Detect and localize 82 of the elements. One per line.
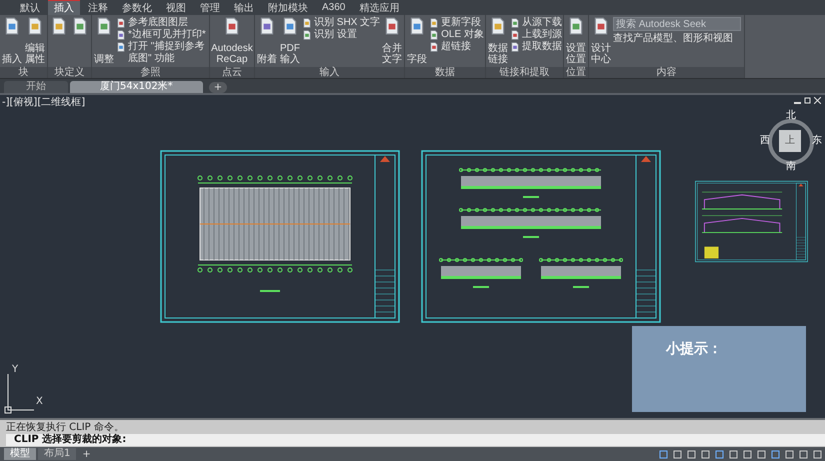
sheet-icon	[429, 30, 440, 40]
panel-title: 链接和提取	[486, 67, 563, 78]
restore-icon[interactable]	[804, 97, 811, 104]
panel-title: 输入	[255, 67, 404, 78]
close-icon[interactable]	[814, 97, 821, 104]
ribbon-button[interactable]: OLE 对象	[429, 29, 484, 41]
compass-direction[interactable]: 南	[786, 162, 796, 172]
axis-label: X	[36, 396, 43, 407]
compass-direction[interactable]: 北	[786, 111, 796, 121]
ribbon-button[interactable]: Autodesk ReCap	[211, 17, 253, 65]
sheet-icon	[223, 17, 241, 35]
ribbon-button[interactable]: 设置位置	[564, 17, 587, 65]
sheet-icon	[302, 30, 312, 40]
ribbon-tab[interactable]: 注释	[82, 0, 114, 14]
ribbon-button[interactable]: 参考底图图层	[116, 17, 208, 29]
sheet-icon	[95, 17, 113, 35]
ribbon-button[interactable]: 提取数据	[510, 41, 562, 53]
ribbon-button[interactable]: PDF 输入	[279, 17, 301, 65]
compass-direction[interactable]: 东	[812, 136, 822, 146]
document-tab[interactable]: 厦门54x102米*	[70, 81, 203, 93]
ucs-axes-icon	[4, 374, 34, 414]
sheet-icon	[510, 42, 520, 52]
ribbon-tab[interactable]: 默认	[14, 0, 46, 14]
ribbon-tab[interactable]: 管理	[194, 0, 226, 14]
panel-title: 块	[0, 67, 47, 78]
sheet-icon	[281, 17, 299, 35]
search-hint: 查找产品模型、图形和视图	[612, 33, 734, 44]
sheet-icon	[116, 18, 126, 28]
viewcube-face[interactable]: 上	[779, 130, 801, 152]
ribbon-button[interactable]: 识别 SHX 文字	[302, 17, 380, 29]
ribbon-button[interactable]: 数据链接	[486, 17, 509, 65]
new-tab-button[interactable]: +	[208, 82, 228, 93]
ribbon-button[interactable]: 设计中心	[590, 17, 612, 65]
panel-title: 点云	[210, 67, 254, 78]
ribbon-tab[interactable]: 输出	[228, 0, 260, 14]
sheet-icon	[429, 42, 440, 52]
sheet-icon	[3, 17, 21, 35]
panel-title: 数据	[405, 67, 485, 78]
sheet-icon	[26, 17, 44, 35]
panel-title: 参照	[92, 67, 209, 78]
sheet-icon	[116, 30, 126, 40]
ribbon-button[interactable]: 字段	[406, 17, 428, 65]
layout-tab[interactable]: 模型	[4, 448, 36, 460]
sheet-icon	[510, 18, 520, 28]
ribbon-button[interactable]: 插入	[1, 17, 23, 65]
ribbon-tab[interactable]: 精选应用	[353, 0, 406, 14]
command-input[interactable]: CLIP 选择要剪裁的对象:	[6, 434, 825, 446]
ribbon-tab[interactable]: 插入	[48, 0, 80, 15]
sheet-icon	[116, 42, 126, 52]
ribbon-button[interactable]: 更新字段	[429, 17, 484, 29]
sheet-icon	[50, 17, 68, 35]
tip-panel: 小提示：	[632, 326, 806, 412]
ribbon-tab[interactable]: 视图	[160, 0, 192, 14]
ribbon-button[interactable]: 合并文字	[381, 17, 404, 65]
ribbon-button[interactable]: 识别 设置	[302, 29, 380, 41]
sheet-icon	[510, 30, 520, 40]
search-field[interactable]: 搜索 Autodesk Seek	[612, 17, 741, 31]
ribbon-tab[interactable]: A360	[316, 2, 352, 13]
panel-title: 位置	[564, 67, 588, 78]
layout-tab[interactable]: 布局1	[38, 448, 76, 460]
compass-direction[interactable]: 西	[760, 136, 770, 146]
ribbon-tab[interactable]: 参数化	[116, 0, 158, 14]
ribbon-button[interactable]: 编辑属性	[24, 17, 46, 65]
command-history: 正在恢复执行 CLIP 命令。	[6, 422, 125, 434]
sheet-icon	[258, 17, 276, 35]
ribbon-button[interactable]: 上载到源	[510, 29, 562, 41]
document-tab[interactable]: 开始	[4, 81, 68, 93]
panel-title: 内容	[588, 67, 744, 78]
ribbon-button[interactable]: *边框可见并打印*	[116, 29, 208, 41]
ribbon-tab[interactable]: 附加模块	[262, 0, 314, 14]
ribbon-button[interactable]: 超链接	[429, 41, 484, 53]
ribbon-button[interactable]: 打开 "捕捉到参考底图" 功能	[116, 41, 208, 65]
axis-label: Y	[12, 364, 18, 375]
sheet-icon	[429, 18, 440, 28]
add-layout-button[interactable]: +	[78, 448, 95, 460]
sheet-icon	[302, 18, 312, 28]
viewport-label[interactable]: -][俯视][二维线框]	[2, 97, 86, 108]
sheet-icon	[71, 17, 89, 35]
ribbon-button[interactable]: 从源下载	[510, 17, 562, 29]
panel-title: 块定义	[48, 67, 91, 78]
ribbon-button[interactable]: 附着	[256, 17, 278, 65]
ribbon-button[interactable]: 调整	[93, 17, 115, 65]
